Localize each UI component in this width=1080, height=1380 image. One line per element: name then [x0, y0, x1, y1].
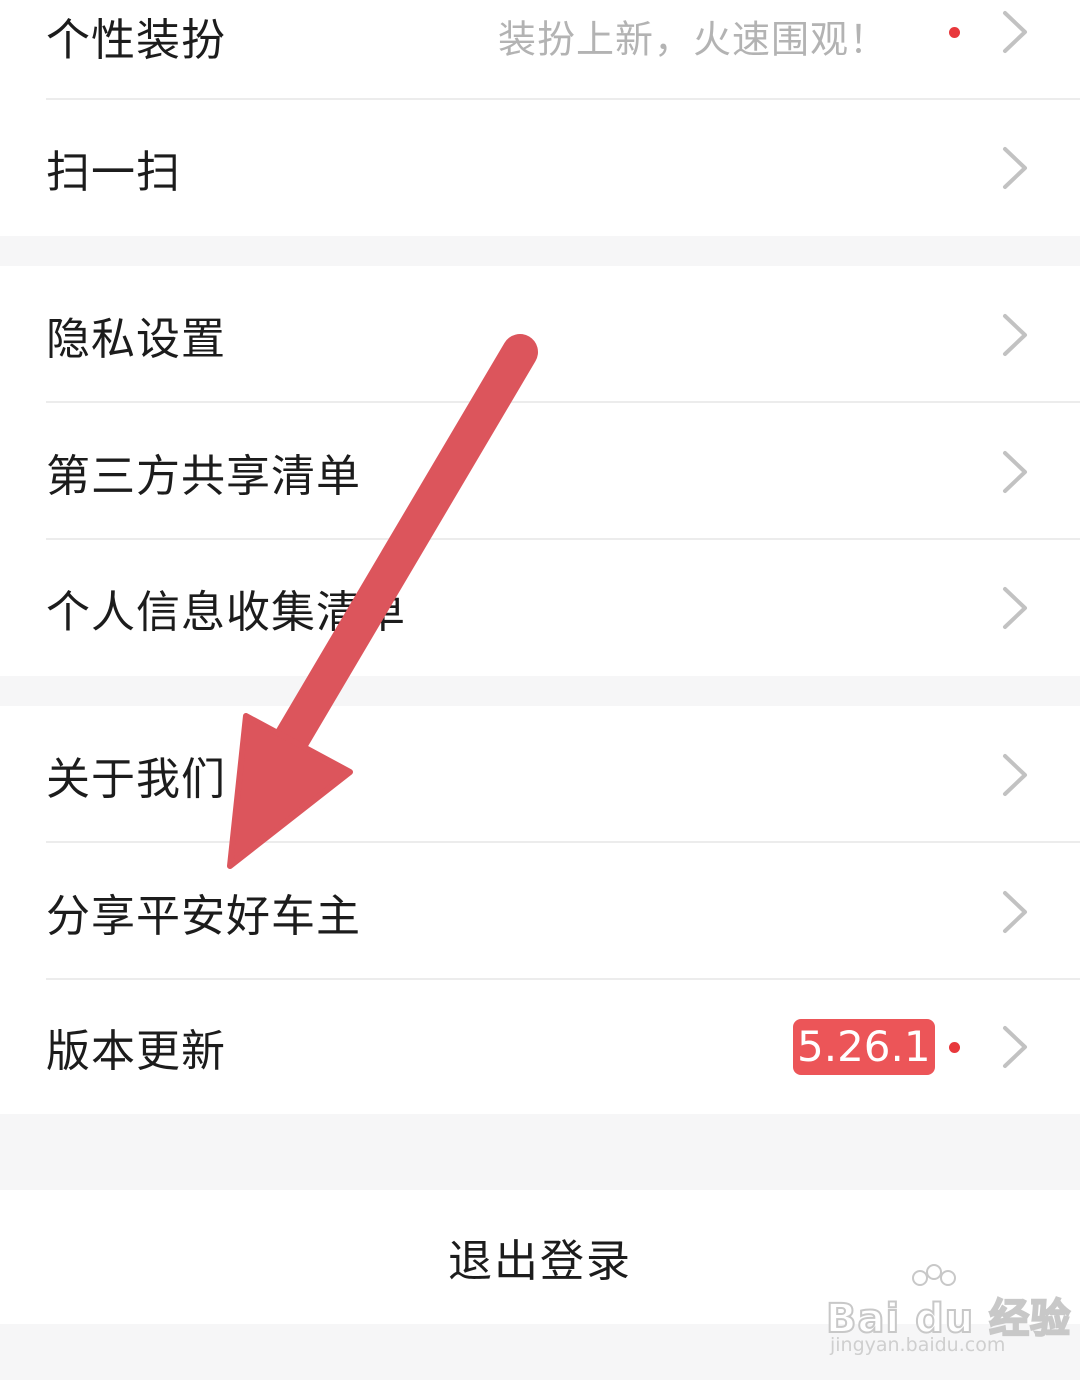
settings-group-3: 关于我们 分享平安好车主 版本更新 5.26.1	[0, 706, 1080, 1114]
row-label: 分享平安好车主	[46, 890, 361, 942]
version-badge: 5.26.1	[793, 1019, 935, 1075]
row-scan[interactable]: 扫一扫	[0, 100, 1080, 236]
row-third-party-sharing[interactable]: 第三方共享清单	[0, 403, 1080, 540]
row-label: 隐私设置	[46, 313, 226, 365]
row-label: 个性装扮	[46, 15, 226, 66]
chevron-right-icon	[1003, 890, 1027, 933]
row-label: 第三方共享清单	[46, 450, 361, 502]
watermark-url: jingyan.baidu.com	[830, 1334, 1006, 1356]
row-share-app[interactable]: 分享平安好车主	[0, 843, 1080, 980]
row-about-us[interactable]: 关于我们	[0, 706, 1080, 843]
chevron-right-icon	[1003, 450, 1027, 493]
chevron-right-icon	[1003, 753, 1027, 796]
chevron-right-icon	[1003, 587, 1027, 629]
notification-dot	[949, 27, 960, 38]
settings-group-1: 个性装扮 装扮上新，火速围观！ 扫一扫	[0, 0, 1080, 236]
row-label: 关于我们	[46, 753, 226, 805]
chevron-right-icon	[1003, 147, 1027, 189]
row-personal-theme[interactable]: 个性装扮 装扮上新，火速围观！	[0, 0, 1080, 100]
row-label: 扫一扫	[46, 147, 181, 198]
notification-dot	[949, 1042, 960, 1053]
row-label: 个人信息收集清单	[46, 587, 406, 638]
row-version-update[interactable]: 版本更新 5.26.1	[0, 980, 1080, 1114]
row-personal-info-collection[interactable]: 个人信息收集清单	[0, 540, 1080, 676]
row-subtitle: 装扮上新，火速围观！	[497, 17, 888, 62]
settings-group-2: 隐私设置 第三方共享清单 个人信息收集清单	[0, 266, 1080, 676]
logout-button[interactable]: 退出登录	[0, 1225, 1080, 1289]
row-label: 版本更新	[46, 1026, 226, 1077]
row-privacy-settings[interactable]: 隐私设置	[0, 266, 1080, 403]
chevron-right-icon	[1003, 11, 1027, 53]
logout-card: 退出登录	[0, 1190, 1080, 1324]
chevron-right-icon	[1003, 313, 1027, 356]
chevron-right-icon	[1003, 1026, 1027, 1068]
